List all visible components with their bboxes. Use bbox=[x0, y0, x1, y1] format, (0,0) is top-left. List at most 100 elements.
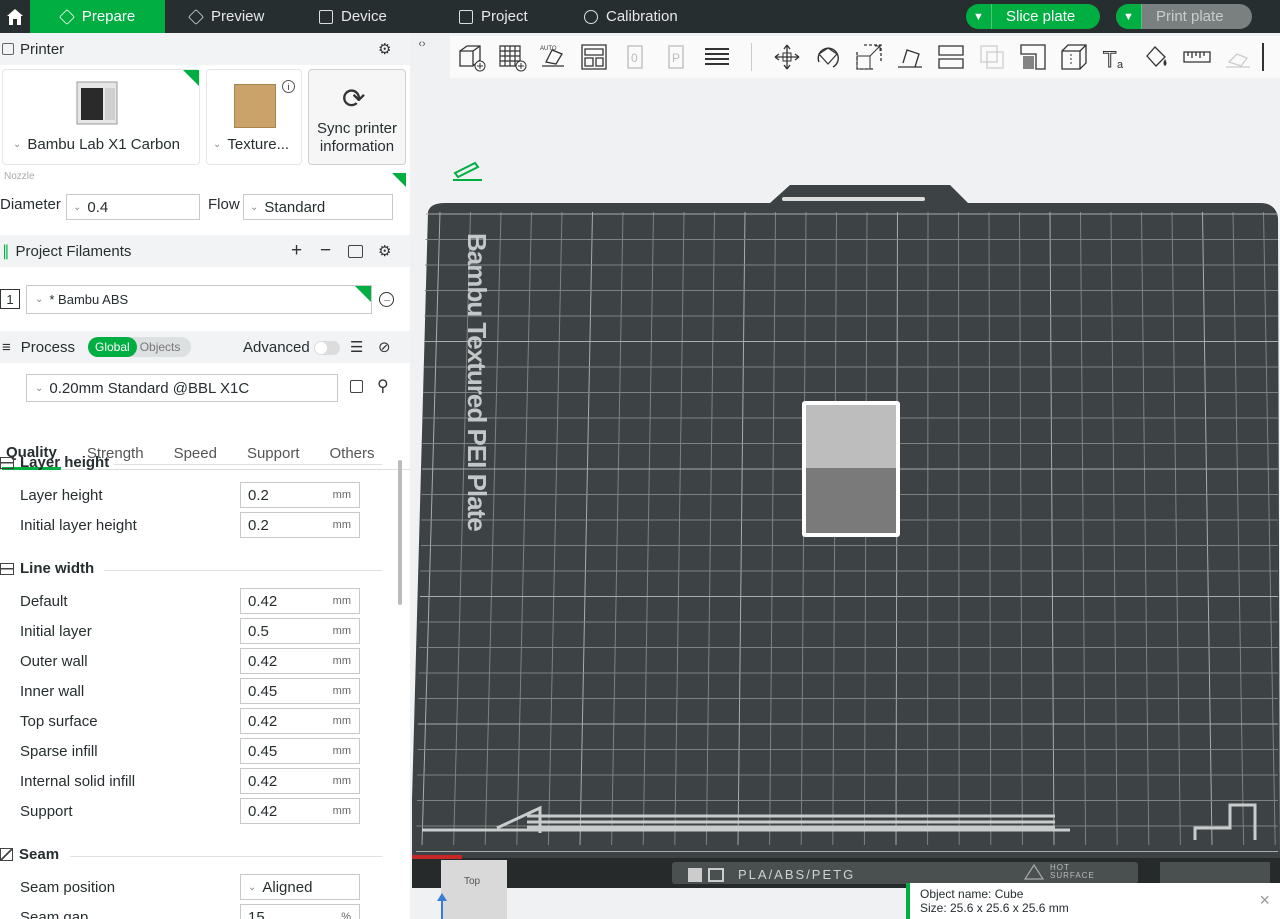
setting-row: Top surface 0.42 mm bbox=[20, 708, 360, 734]
close-info-icon[interactable]: × bbox=[1259, 891, 1270, 909]
scale-button[interactable] bbox=[848, 37, 889, 77]
process-preset-select[interactable]: ⌄ 0.20mm Standard @BBL X1C bbox=[26, 374, 338, 402]
text-button[interactable]: Ta bbox=[1094, 37, 1135, 77]
group-line-width: Line width bbox=[0, 560, 94, 577]
global-objects-toggle[interactable]: Global Objects bbox=[88, 337, 191, 357]
arrange-button[interactable] bbox=[573, 37, 614, 77]
setting-label: Inner wall bbox=[20, 682, 85, 700]
setting-unit: mm bbox=[332, 685, 351, 697]
filament-sync-corner bbox=[355, 286, 371, 302]
assembly-button[interactable] bbox=[1217, 37, 1258, 77]
diameter-select[interactable]: ⌄ 0.4 bbox=[66, 194, 200, 220]
setting-input[interactable]: 0.42 mm bbox=[240, 768, 360, 794]
plate-card[interactable]: i ⌄ Texture... bbox=[206, 69, 302, 165]
setting-input[interactable]: 0.2 mm bbox=[240, 512, 360, 538]
setting-value: 0.42 bbox=[248, 712, 278, 730]
setting-row: Initial layer 0.5 mm bbox=[20, 618, 360, 644]
process-list-icon[interactable]: ☰ bbox=[350, 338, 363, 356]
filament-more-icon[interactable]: ··· bbox=[379, 292, 394, 307]
rotate-button[interactable] bbox=[807, 37, 848, 77]
setting-input[interactable]: 0.45 mm bbox=[240, 678, 360, 704]
objects-option[interactable]: Objects bbox=[137, 340, 181, 354]
print-plate-button[interactable]: ▼ Print plate bbox=[1116, 4, 1252, 29]
plate-footer-icon-2 bbox=[708, 867, 724, 882]
tab-prepare[interactable]: Prepare bbox=[30, 0, 165, 33]
search-icon[interactable]: ⚲ bbox=[377, 376, 389, 396]
flow-select[interactable]: ⌄ Standard bbox=[243, 194, 393, 220]
setting-select[interactable]: ⌄ Aligned bbox=[240, 874, 360, 900]
layers-button[interactable] bbox=[696, 37, 737, 77]
setting-input[interactable]: 0.42 mm bbox=[240, 798, 360, 824]
setting-label: Layer height bbox=[20, 486, 103, 504]
setting-input[interactable]: 0.42 mm bbox=[240, 588, 360, 614]
setting-label: Seam gap bbox=[20, 908, 89, 919]
setting-input[interactable]: 0.42 mm bbox=[240, 708, 360, 734]
group-layer-height-title: Layer height bbox=[20, 454, 110, 471]
save-preset-icon[interactable] bbox=[350, 380, 363, 393]
group-divider bbox=[104, 570, 382, 571]
plate-footer-icon-1 bbox=[688, 867, 702, 882]
add-filament-icon[interactable]: + bbox=[291, 240, 302, 262]
sync-printer-button[interactable]: ⟳ Sync printer information bbox=[308, 69, 406, 165]
tab-calibration[interactable]: Calibration bbox=[560, 0, 702, 33]
advanced-toggle[interactable] bbox=[314, 341, 340, 355]
tab-preview[interactable]: Preview bbox=[165, 0, 295, 33]
split-objects-button[interactable]: 0 bbox=[614, 37, 655, 77]
global-option[interactable]: Global bbox=[88, 337, 137, 357]
sync-label-line1: Sync printer bbox=[316, 120, 398, 137]
print-dropdown-icon[interactable]: ▼ bbox=[1116, 4, 1142, 29]
slice-plate-button[interactable]: ▼ Slice plate bbox=[966, 4, 1100, 29]
split-parts-icon: P bbox=[667, 45, 684, 69]
home-button[interactable] bbox=[0, 0, 30, 33]
view-cube-label[interactable]: Top bbox=[464, 876, 480, 887]
filament-select[interactable]: ⌄ * Bambu ABS bbox=[26, 285, 372, 314]
lay-on-face-button[interactable] bbox=[889, 37, 930, 77]
printer-settings-gear-icon[interactable]: ⚙ bbox=[378, 40, 391, 58]
process-compare-icon[interactable]: ⊘ bbox=[378, 338, 391, 356]
setting-label: Outer wall bbox=[20, 652, 88, 670]
tab-device[interactable]: Device bbox=[295, 0, 435, 33]
remove-filament-icon[interactable]: − bbox=[320, 240, 331, 262]
boolean-icon bbox=[979, 45, 1004, 69]
move-button[interactable] bbox=[766, 37, 807, 77]
group-layer-height: Layer height bbox=[0, 454, 109, 471]
tab-project[interactable]: Project bbox=[435, 0, 560, 33]
toolbar-more-icon[interactable] bbox=[1258, 37, 1268, 77]
sync-icon: ⟳ bbox=[342, 83, 366, 114]
plate-info-icon[interactable]: i bbox=[282, 80, 295, 93]
preset-chevron-icon: ⌄ bbox=[35, 382, 44, 394]
setting-value: 0.2 bbox=[248, 486, 269, 504]
setting-input[interactable]: 0.2 mm bbox=[240, 482, 360, 508]
filament-index-badge[interactable]: 1 bbox=[0, 289, 20, 309]
add-object-button[interactable] bbox=[450, 37, 491, 77]
setting-input[interactable]: 0.42 mm bbox=[240, 648, 360, 674]
lay-on-face-icon bbox=[897, 49, 922, 68]
printer-card[interactable]: ⌄ Bambu Lab X1 Carbon bbox=[2, 69, 200, 165]
filament-settings-gear-icon[interactable]: ⚙ bbox=[378, 242, 391, 260]
printer-select[interactable]: ⌄ Bambu Lab X1 Carbon bbox=[13, 136, 180, 153]
measure-button[interactable] bbox=[1176, 37, 1217, 77]
slice-dropdown-icon[interactable]: ▼ bbox=[966, 4, 992, 29]
build-plate-scene bbox=[412, 161, 1280, 919]
setting-value: 0.45 bbox=[248, 742, 278, 760]
cut-button[interactable] bbox=[930, 37, 971, 77]
setting-input[interactable]: 0.5 mm bbox=[240, 618, 360, 644]
settings-scrollbar[interactable] bbox=[398, 460, 402, 605]
color-paint-button[interactable] bbox=[1135, 37, 1176, 77]
seam-paint-button[interactable] bbox=[1053, 37, 1094, 77]
plate-select[interactable]: ⌄ Texture... bbox=[213, 136, 289, 153]
auto-orient-button[interactable]: AUTO bbox=[532, 37, 573, 77]
support-paint-button[interactable] bbox=[1012, 37, 1053, 77]
collapse-sidebar-icon[interactable]: ‹› bbox=[412, 33, 432, 55]
split-parts-button[interactable]: P bbox=[655, 37, 696, 77]
filament-sync-icon[interactable] bbox=[348, 244, 363, 258]
add-plate-button[interactable] bbox=[491, 37, 532, 77]
setting-input[interactable]: 15% bbox=[240, 904, 360, 919]
3d-viewport[interactable]: Bambu Textured PEI Plate PLA/ABS/PETG HO… bbox=[410, 33, 1280, 919]
setting-row: Seam gap 15% bbox=[20, 904, 360, 919]
auto-orient-icon: AUTO bbox=[540, 46, 564, 67]
boolean-button[interactable] bbox=[971, 37, 1012, 77]
support-paint-icon bbox=[1019, 44, 1046, 70]
setting-input[interactable]: 0.45 mm bbox=[240, 738, 360, 764]
diameter-label: Diameter bbox=[0, 196, 61, 213]
